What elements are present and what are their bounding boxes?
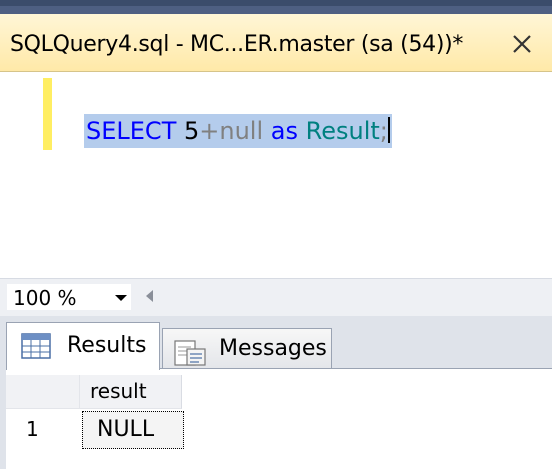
zoom-value: 100 % bbox=[13, 286, 77, 310]
document-tab-title: SQLQuery4.sql - MC...ER.master (sa (54))… bbox=[10, 32, 464, 57]
zoom-bar: 100 % bbox=[0, 278, 552, 316]
document-tab[interactable]: SQLQuery4.sql - MC...ER.master (sa (54))… bbox=[0, 14, 552, 72]
window-frame-inner bbox=[0, 6, 552, 14]
close-icon[interactable] bbox=[508, 30, 536, 58]
grid-column-header-result[interactable]: result bbox=[80, 375, 182, 409]
alias-identifier: Result bbox=[305, 117, 380, 145]
number-literal: 5 bbox=[183, 117, 200, 145]
scroll-left-icon[interactable] bbox=[146, 290, 153, 302]
tab-messages[interactable]: Messages bbox=[162, 328, 332, 368]
tab-messages-label: Messages bbox=[219, 336, 327, 361]
chevron-down-icon[interactable] bbox=[115, 295, 127, 301]
grid-icon bbox=[21, 333, 51, 363]
keyword-select: SELECT bbox=[86, 117, 184, 145]
zoom-dropdown[interactable]: 100 % bbox=[6, 283, 132, 311]
semicolon: ; bbox=[379, 117, 388, 145]
code-line-selected[interactable]: SELECT 5+null as Result; bbox=[84, 114, 392, 148]
keyword-as: as bbox=[270, 117, 306, 145]
ssms-query-window: SQLQuery4.sql - MC...ER.master (sa (54))… bbox=[0, 0, 552, 469]
text-caret bbox=[387, 117, 390, 143]
messages-icon bbox=[173, 337, 207, 371]
window-frame bbox=[0, 0, 552, 14]
tab-results-label: Results bbox=[67, 333, 147, 358]
change-tracking-bar bbox=[43, 78, 52, 150]
tab-results[interactable]: Results bbox=[6, 322, 160, 370]
operator-plus: + bbox=[199, 117, 220, 145]
grid-corner-header[interactable] bbox=[6, 375, 80, 409]
grid-row-header[interactable]: 1 bbox=[6, 409, 80, 449]
editor-gutter bbox=[0, 72, 40, 278]
query-editor[interactable]: SELECT 5+null as Result; bbox=[0, 72, 552, 278]
results-grid[interactable]: result 1 NULL bbox=[6, 368, 552, 469]
results-pane: Results Messages result 1 NULL bbox=[0, 316, 552, 469]
grid-cell-selected[interactable]: NULL bbox=[82, 411, 184, 449]
null-keyword: null bbox=[219, 117, 271, 145]
